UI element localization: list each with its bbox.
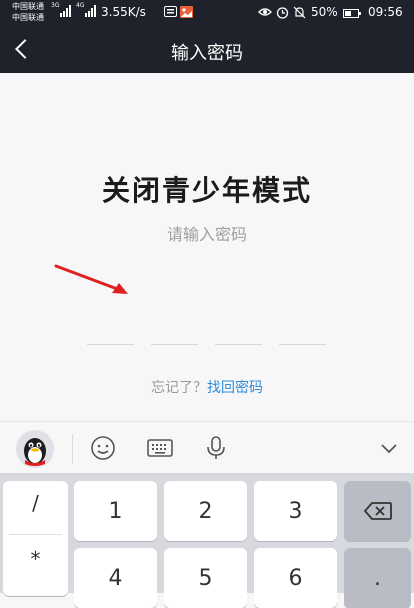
battery-level-fill — [345, 11, 351, 16]
chevron-down-icon[interactable] — [376, 435, 402, 461]
key-5[interactable]: 5 — [164, 548, 247, 608]
pin-slot[interactable] — [151, 320, 198, 345]
pin-slot[interactable] — [279, 320, 326, 345]
status-bar: 中国联通 中国联通 3G 4G 3.55K/s 50% 09:56 — [0, 0, 414, 26]
signal-2-icon — [85, 5, 96, 17]
key-1[interactable]: 1 — [74, 481, 157, 541]
forgot-password-row: 忘记了？找回密码 — [0, 377, 414, 397]
symbol-panel: / * — [3, 481, 68, 596]
key-asterisk[interactable]: * — [3, 547, 68, 571]
keyboard-icon[interactable] — [146, 435, 174, 461]
status-time: 09:56 — [368, 5, 403, 19]
heading: 关闭青少年模式 — [101, 174, 312, 207]
bell-off-icon — [293, 6, 306, 22]
emoji-icon[interactable] — [90, 435, 116, 461]
notification-image-icon — [180, 6, 193, 21]
sim-card-icon — [164, 6, 177, 20]
toolbar-divider — [72, 434, 73, 464]
network-speed: 3.55K/s — [101, 5, 146, 19]
numeric-keyboard: / * 1 2 3 4 5 6 . — [0, 473, 414, 608]
key-2[interactable]: 2 — [164, 481, 247, 541]
key-3[interactable]: 3 — [254, 481, 337, 541]
page-title: 输入密码 — [171, 43, 243, 64]
red-arrow-annotation — [54, 264, 128, 294]
microphone-icon[interactable] — [203, 435, 229, 461]
password-panel: 关闭青少年模式 请输入密码 忘记了？找回密码 — [0, 73, 414, 421]
pin-slot[interactable] — [215, 320, 262, 345]
subtitle: 请输入密码 — [166, 225, 247, 244]
eye-icon — [258, 6, 272, 21]
carrier-2: 中国联通 — [12, 13, 44, 22]
pin-input[interactable] — [87, 320, 326, 345]
backspace-icon[interactable] — [344, 481, 411, 541]
alarm-icon — [276, 6, 289, 22]
network-type-2: 4G — [76, 2, 85, 9]
key-slash[interactable]: / — [3, 491, 68, 515]
carrier-labels: 中国联通 中国联通 — [12, 1, 44, 23]
key-dot[interactable]: . — [344, 548, 411, 608]
carrier-1: 中国联通 — [12, 2, 44, 11]
nav-bar: 输入密码 — [0, 26, 414, 73]
recover-password-link[interactable]: 找回密码 — [207, 380, 263, 396]
battery-percent: 50% — [311, 5, 338, 19]
pin-slot[interactable] — [87, 320, 134, 345]
qq-avatar-icon[interactable] — [16, 430, 54, 468]
forgot-prefix: 忘记了？ — [151, 380, 207, 396]
key-4[interactable]: 4 — [74, 548, 157, 608]
keyboard-toolbar — [0, 421, 414, 474]
key-6[interactable]: 6 — [254, 548, 337, 608]
signal-1-icon — [60, 5, 71, 17]
battery-icon — [343, 9, 361, 18]
network-type-1: 3G — [51, 2, 60, 9]
symbol-divider — [9, 534, 62, 535]
